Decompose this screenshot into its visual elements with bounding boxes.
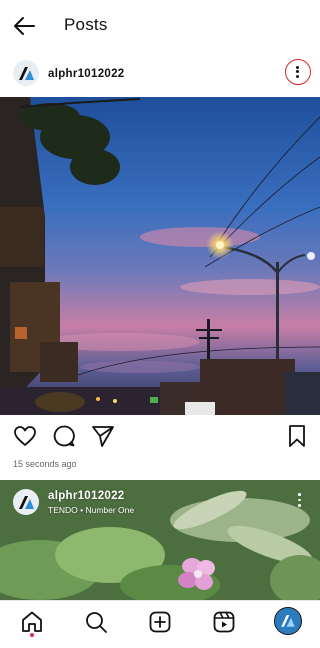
home-icon[interactable]: [19, 609, 45, 635]
heart-icon[interactable]: [12, 423, 38, 449]
avatar[interactable]: [13, 60, 39, 86]
next-post-header: alphr1012022 TENDO • Number One: [0, 487, 320, 521]
comment-icon[interactable]: [51, 423, 77, 449]
top-bar: Posts: [0, 0, 320, 52]
arrow-left-icon[interactable]: [12, 13, 38, 39]
bottom-nav: [0, 600, 320, 648]
create-icon[interactable]: [147, 609, 173, 635]
next-post-more-button[interactable]: [288, 489, 310, 511]
bookmark-icon[interactable]: [284, 423, 310, 449]
next-post-music[interactable]: TENDO • Number One: [48, 505, 134, 515]
search-icon[interactable]: [83, 609, 109, 635]
profile-avatar[interactable]: [274, 607, 302, 635]
post-username[interactable]: alphr1012022: [48, 68, 125, 80]
post-header: alphr1012022: [0, 58, 320, 92]
post-photo[interactable]: [0, 97, 320, 415]
alphr-logo-icon: [19, 67, 34, 80]
alphr-logo-icon: [19, 496, 34, 509]
post-image: [0, 97, 320, 415]
alphr-logo-icon: [275, 608, 300, 633]
avatar[interactable]: [13, 489, 39, 515]
more-options-button[interactable]: [285, 59, 311, 85]
share-icon[interactable]: [90, 423, 116, 449]
next-post-username[interactable]: alphr1012022: [48, 490, 125, 502]
page-title: Posts: [64, 15, 108, 34]
reels-icon[interactable]: [211, 609, 237, 635]
post-actions: [0, 423, 320, 451]
post-timestamp: 15 seconds ago: [13, 459, 77, 469]
notification-dot: [30, 633, 34, 637]
